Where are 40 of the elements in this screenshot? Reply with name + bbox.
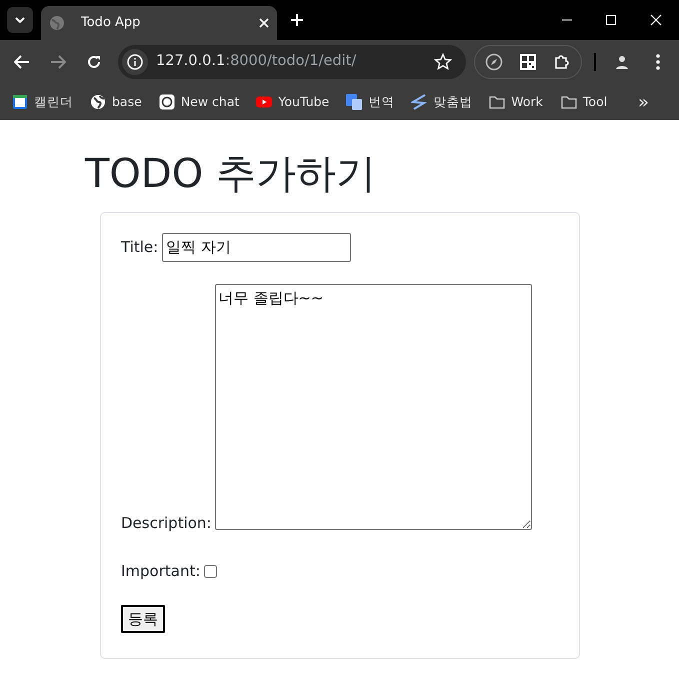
bookmark[interactable]: 캘린더 <box>12 92 73 112</box>
chevron-down-icon <box>15 17 25 23</box>
submit-button[interactable]: 등록 <box>121 604 165 633</box>
back-arrow-icon[interactable] <box>14 55 30 69</box>
description-field[interactable]: 너무 졸립다~~ <box>215 284 532 530</box>
browser-tab[interactable]: Todo App <box>41 6 277 40</box>
star-icon[interactable] <box>434 53 452 71</box>
bookmark[interactable]: 맞춤법 <box>411 92 472 112</box>
reload-icon[interactable] <box>86 54 102 70</box>
folder-icon <box>560 94 577 110</box>
folder-icon <box>489 94 506 110</box>
bookmark[interactable]: Tool <box>560 92 608 112</box>
plus-icon[interactable] <box>291 14 303 26</box>
address-bar[interactable]: 127.0.0.1:8000/todo/1/edit/ <box>118 45 466 79</box>
tab-list-button[interactable] <box>7 7 33 33</box>
puzzle-piece-icon[interactable] <box>553 53 571 71</box>
bookmark[interactable]: base <box>90 92 142 112</box>
bookmark[interactable]: 번역 <box>346 92 394 112</box>
bookmark[interactable]: Work <box>489 92 543 112</box>
more-bookmarks-button[interactable]: » <box>638 88 649 116</box>
bookmark[interactable]: New chat <box>158 92 240 112</box>
field-label: Title: <box>121 237 158 258</box>
page-heading: TODO 추가하기 <box>85 150 377 198</box>
bookmark[interactable]: YouTube <box>256 92 330 112</box>
important-checkbox[interactable] <box>204 564 218 578</box>
qr-code-icon[interactable] <box>519 53 537 71</box>
calendar-icon <box>12 94 28 110</box>
more-menu-icon[interactable] <box>656 54 660 70</box>
tab-title: Todo App <box>81 14 142 32</box>
forward-arrow-icon[interactable] <box>50 55 66 69</box>
compass-icon[interactable] <box>485 53 503 71</box>
field-label: Important: <box>121 561 200 582</box>
play-button-icon <box>256 94 272 110</box>
info-icon <box>127 54 143 70</box>
globe-icon <box>49 15 65 31</box>
field-label: Description: <box>121 512 212 534</box>
url-text: 127.0.0.1:8000/todo/1/edit/ <box>156 52 358 72</box>
close-icon[interactable] <box>259 18 269 28</box>
title-field[interactable]: 일찍 자기 <box>162 233 352 262</box>
globe-icon <box>90 94 106 110</box>
